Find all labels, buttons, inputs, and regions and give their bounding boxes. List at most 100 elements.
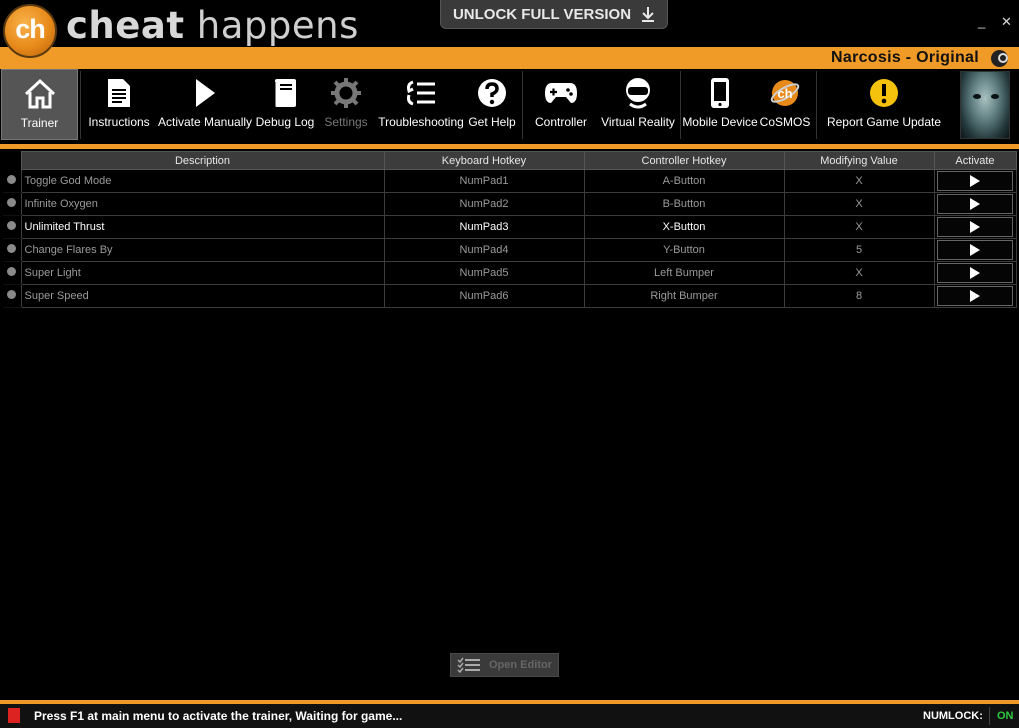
download-arrow-icon — [642, 7, 655, 22]
keyboard-hotkey[interactable]: NumPad1 — [383, 169, 585, 193]
cheat-description: Toggle God Mode — [20, 169, 385, 193]
activate-play-button[interactable] — [937, 263, 1013, 283]
table-row[interactable]: Toggle God Mode NumPad1 A-Button X — [3, 169, 1017, 193]
table-header-row: Description Keyboard Hotkey Controller H… — [3, 151, 1017, 170]
toolbar-instructions-button[interactable]: Instructions — [86, 69, 152, 140]
numlock-label: NUMLOCK: — [923, 710, 983, 722]
main-toolbar: Trainer Instructions Activate Manually D… — [0, 69, 1019, 144]
toolbar-troubleshooting-button[interactable]: Troubleshooting — [378, 69, 464, 140]
modifying-value[interactable]: X — [783, 169, 935, 193]
activate-play-button[interactable] — [937, 194, 1013, 214]
game-title: Narcosis - Original — [831, 49, 979, 66]
status-dot-icon — [7, 174, 17, 184]
activate-play-button[interactable] — [937, 286, 1013, 306]
toolbar-mobile-device-button[interactable]: Mobile Device — [682, 69, 758, 140]
controller-hotkey[interactable]: Y-Button — [583, 238, 785, 262]
minimize-button[interactable]: _ — [978, 14, 985, 29]
controller-hotkey[interactable]: A-Button — [583, 169, 785, 193]
toolbar-virtual-reality-button[interactable]: Virtual Reality — [600, 69, 676, 140]
steam-icon — [991, 50, 1008, 67]
controller-hotkey[interactable]: B-Button — [583, 192, 785, 216]
header-modifying-value: Modifying Value — [783, 151, 935, 170]
header-description: Description — [20, 151, 385, 170]
modifying-value[interactable]: X — [783, 215, 935, 239]
modifying-value[interactable]: X — [783, 261, 935, 285]
cheat-description: Super Light — [20, 261, 385, 285]
status-dot-icon — [7, 221, 17, 230]
keyboard-hotkey[interactable]: NumPad6 — [383, 284, 585, 308]
cheat-table: Description Keyboard Hotkey Controller H… — [3, 151, 1017, 308]
logo-wordmark: cheat happens — [66, 4, 359, 47]
cheat-description: Unlimited Thrust — [20, 215, 385, 239]
list-icon — [405, 73, 437, 113]
header-controller-hotkey: Controller Hotkey — [583, 151, 785, 170]
table-row[interactable]: Super Speed NumPad6 Right Bumper 8 — [3, 284, 1017, 308]
toolbar-separator — [522, 71, 523, 139]
help-icon — [477, 73, 507, 113]
status-bar: Press F1 at main menu to activate the tr… — [0, 704, 1019, 728]
header-keyboard-hotkey: Keyboard Hotkey — [383, 151, 585, 170]
modifying-value[interactable]: X — [783, 192, 935, 216]
toolbar-separator — [80, 71, 81, 139]
svg-text:ch: ch — [777, 86, 792, 101]
toolbar-activate-manually-button[interactable]: Activate Manually — [158, 69, 252, 140]
phone-icon — [710, 73, 730, 113]
unlock-full-version-button[interactable]: UNLOCK FULL VERSION — [440, 0, 668, 29]
header-activate: Activate — [933, 151, 1017, 170]
cosmos-icon: ch — [769, 73, 801, 113]
toolbar-debug-log-button[interactable]: Debug Log — [256, 69, 314, 140]
activate-play-button[interactable] — [937, 171, 1013, 191]
status-message: Press F1 at main menu to activate the tr… — [34, 709, 403, 723]
checklist-icon — [457, 657, 480, 673]
gear-icon — [330, 73, 362, 113]
toolbar-report-game-update-button[interactable]: Report Game Update — [827, 69, 941, 140]
table-row[interactable]: Unlimited Thrust NumPad3 X-Button X — [3, 215, 1017, 239]
open-editor-label: Open Editor — [489, 659, 552, 671]
activate-play-button[interactable] — [937, 217, 1013, 237]
document-icon — [106, 73, 132, 113]
notebook-icon — [272, 73, 298, 113]
game-bar: Narcosis - Original — [0, 47, 1019, 69]
cheat-description: Infinite Oxygen — [20, 192, 385, 216]
header-status-spacer — [3, 151, 21, 170]
cheat-description: Change Flares By — [20, 238, 385, 262]
logo-badge: ch — [3, 4, 57, 58]
table-row[interactable]: Change Flares By NumPad4 Y-Button 5 — [3, 238, 1017, 262]
controller-hotkey[interactable]: Left Bumper — [583, 261, 785, 285]
toolbar-controller-button[interactable]: Controller — [532, 69, 590, 140]
warning-icon — [869, 73, 899, 113]
game-cover-thumbnail — [960, 71, 1010, 139]
controller-hotkey[interactable]: Right Bumper — [583, 284, 785, 308]
close-button[interactable]: ✕ — [1001, 14, 1012, 30]
toolbar-settings-button[interactable]: Settings — [320, 69, 372, 140]
modifying-value[interactable]: 8 — [783, 284, 935, 308]
numlock-separator — [989, 707, 990, 725]
numlock-value: ON — [997, 710, 1014, 722]
keyboard-hotkey[interactable]: NumPad4 — [383, 238, 585, 262]
toolbar-trainer-button[interactable]: Trainer — [1, 69, 78, 140]
status-dot-icon — [7, 198, 17, 207]
toolbar-separator — [816, 71, 817, 139]
status-indicator-icon — [8, 708, 20, 723]
status-dot-icon — [7, 290, 17, 299]
toolbar-divider — [0, 144, 1019, 149]
keyboard-hotkey[interactable]: NumPad3 — [383, 215, 585, 239]
modifying-value[interactable]: 5 — [783, 238, 935, 262]
vr-headset-icon — [624, 73, 652, 113]
toolbar-cosmos-button[interactable]: ch CoSMOS — [760, 69, 810, 140]
status-dot-icon — [7, 267, 17, 276]
cheat-description: Super Speed — [20, 284, 385, 308]
unlock-label: UNLOCK FULL VERSION — [452, 5, 632, 23]
keyboard-hotkey[interactable]: NumPad5 — [383, 261, 585, 285]
toolbar-separator — [680, 71, 681, 139]
gamepad-icon — [544, 73, 578, 113]
open-editor-button[interactable]: Open Editor — [450, 653, 559, 677]
table-row[interactable]: Super Light NumPad5 Left Bumper X — [3, 261, 1017, 285]
activate-play-button[interactable] — [937, 240, 1013, 260]
play-icon — [193, 73, 217, 113]
keyboard-hotkey[interactable]: NumPad2 — [383, 192, 585, 216]
status-dot-icon — [7, 244, 17, 253]
toolbar-get-help-button[interactable]: Get Help — [468, 69, 516, 140]
controller-hotkey[interactable]: X-Button — [583, 215, 785, 239]
table-row[interactable]: Infinite Oxygen NumPad2 B-Button X — [3, 192, 1017, 216]
